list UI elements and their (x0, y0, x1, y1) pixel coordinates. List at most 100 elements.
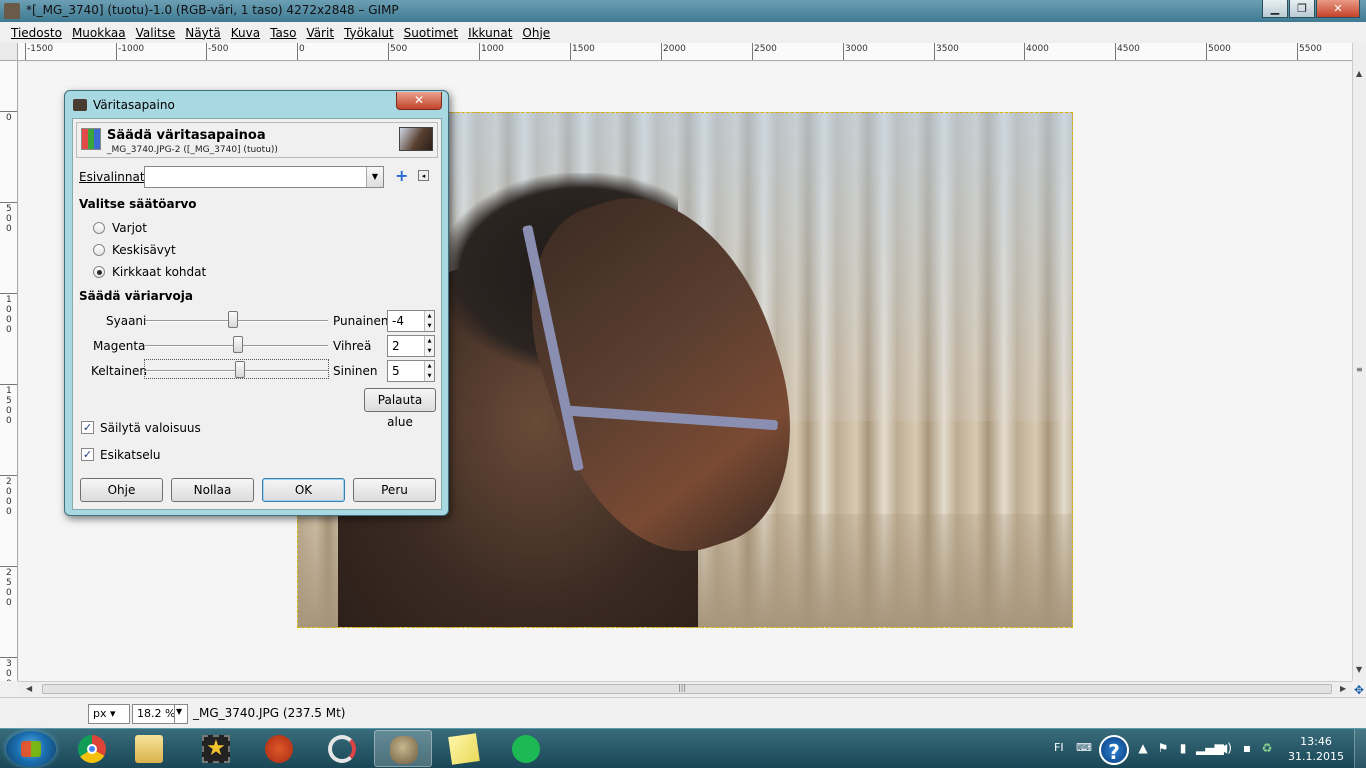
start-button[interactable] (6, 731, 56, 767)
spin-arrows-icon[interactable]: ▲ ▼ (424, 361, 434, 381)
menu-select[interactable]: Valitse (131, 26, 181, 40)
tray-clock[interactable]: 13:46 31.1.2015 (1286, 734, 1346, 764)
add-preset-icon[interactable]: + (395, 168, 408, 184)
slider-blue-label: Sininen (333, 364, 378, 378)
magenta-green-spinbox[interactable]: 2 ▲ ▼ (387, 335, 435, 357)
image-thumbnail (399, 127, 433, 151)
system-tray: FI ⌨ ? ▲ ⚑ ▮ ▂▄▆ ◀) ▪ ♻ 13:46 31.1.2015 (1046, 729, 1366, 768)
unit-select[interactable]: px ▾ (88, 704, 130, 724)
scroll-down-icon[interactable]: ▼ (1356, 665, 1362, 674)
taskbar-app[interactable] (313, 730, 371, 767)
scroll-left-icon[interactable]: ◀ (26, 684, 32, 693)
navigate-icon[interactable]: ✥ (1354, 683, 1364, 697)
taskbar-explorer[interactable] (120, 730, 178, 767)
taskbar-sticky-notes[interactable] (435, 730, 493, 767)
menu-file[interactable]: Tiedosto (6, 26, 67, 40)
radio-shadows-label[interactable]: Varjot (112, 221, 147, 235)
volume-icon[interactable]: ◀) (1218, 741, 1232, 755)
radio-midtones[interactable] (93, 244, 105, 256)
scroll-up-icon[interactable]: ▲ (1356, 69, 1362, 78)
network-signal-icon[interactable]: ▂▄▆ (1196, 741, 1224, 755)
zoom-dropdown-arrow-icon[interactable]: ▼ (174, 704, 188, 724)
help-icon[interactable]: ? (1099, 735, 1129, 765)
close-button[interactable]: ✕ (1316, 0, 1360, 18)
vertical-ruler[interactable]: 0 500 1000 1500 2000 2500 3000 (0, 61, 18, 681)
menu-image[interactable]: Kuva (226, 26, 265, 40)
show-hidden-icons-icon[interactable]: ▲ (1136, 741, 1150, 755)
radio-highlights-label[interactable]: Kirkkaat kohdat (112, 265, 206, 279)
status-filename: _MG_3740.JPG (237.5 Mt) (193, 706, 346, 720)
windows-logo-icon (21, 741, 41, 757)
gimp-app-icon[interactable] (4, 3, 20, 19)
ruler-label: 0 (299, 44, 305, 54)
yellow-blue-slider-thumb[interactable] (235, 361, 245, 378)
taskbar-spotify[interactable] (497, 730, 555, 767)
ruler-label: 2000 (663, 44, 686, 54)
input-language[interactable]: FI (1054, 741, 1064, 754)
cyan-red-value: -4 (392, 314, 404, 328)
keyboard-icon[interactable]: ⌨ (1076, 741, 1092, 754)
taskbar-ccleaner[interactable] (250, 730, 308, 767)
menu-windows[interactable]: Ikkunat (463, 26, 517, 40)
presets-menu-icon[interactable]: ◂ (418, 170, 429, 181)
menubar: Tiedosto Muokkaa Valitse Näytä Kuva Taso… (0, 22, 1366, 43)
menu-layer[interactable]: Taso (265, 26, 301, 40)
ruler-label: 1000 (481, 44, 504, 54)
ruler-tick (0, 202, 17, 203)
scroll-grip-icon[interactable]: ≡ (1356, 365, 1363, 374)
horizontal-scrollbar[interactable]: ◀ ||| ▶ (18, 681, 1352, 695)
dialog-header-title: Säädä väritasapainoa (107, 128, 266, 143)
menu-colors[interactable]: Värit (301, 26, 339, 40)
menu-view[interactable]: Näytä (180, 26, 226, 40)
vertical-scrollbar[interactable]: ▲ ≡ ▼ (1352, 43, 1366, 681)
presets-combo[interactable]: ▼ (144, 166, 384, 188)
preserve-luminosity-label[interactable]: Säilytä valoisuus (100, 421, 201, 435)
presets-label: Esivalinnat: (79, 170, 149, 184)
magenta-green-slider-thumb[interactable] (233, 336, 243, 353)
recycle-icon[interactable]: ♻ (1260, 741, 1274, 755)
ok-button[interactable]: OK (262, 478, 345, 502)
menu-filters[interactable]: Suotimet (399, 26, 463, 40)
device-icon[interactable]: ▮ (1176, 741, 1190, 755)
cyan-red-slider-thumb[interactable] (228, 311, 238, 328)
dialog-close-button[interactable]: ✕ (396, 92, 442, 110)
taskbar-gimp[interactable] (374, 730, 432, 767)
reset-range-button[interactable]: Palauta alue (364, 388, 436, 429)
menu-help[interactable]: Ohje (517, 26, 555, 40)
menu-edit[interactable]: Muokkaa (67, 26, 131, 40)
horizontal-scroll-thumb[interactable] (42, 684, 1332, 694)
preserve-luminosity-checkbox[interactable]: ✓ (81, 421, 94, 434)
radio-midtones-label[interactable]: Keskisävyt (112, 243, 176, 257)
scroll-right-icon[interactable]: ▶ (1340, 684, 1346, 693)
ruler-corner[interactable] (0, 43, 18, 61)
cancel-button[interactable]: Peru (353, 478, 436, 502)
statusbar: px ▾ 18.2 % ▼ _MG_3740.JPG (237.5 Mt) (0, 697, 1366, 728)
taskbar-movie-maker[interactable]: ★ (187, 730, 245, 767)
radio-shadows[interactable] (93, 222, 105, 234)
minimize-button[interactable]: ▁ (1262, 0, 1288, 18)
maximize-button[interactable]: ❐ (1289, 0, 1315, 18)
yellow-blue-spinbox[interactable]: 5 ▲ ▼ (387, 360, 435, 382)
horizontal-ruler[interactable]: -1500 -1000 -500 0 500 1000 1500 2000 25… (18, 43, 1352, 61)
spin-arrows-icon[interactable]: ▲ ▼ (424, 311, 434, 331)
slider-yellow-label: Keltainen (91, 364, 147, 378)
help-button[interactable]: Ohje (80, 478, 163, 502)
action-center-flag-icon[interactable]: ⚑ (1156, 741, 1170, 755)
window-titlebar[interactable]: *[_MG_3740] (tuotu)-1.0 (RGB-väri, 1 tas… (0, 0, 1366, 22)
preview-checkbox[interactable]: ✓ (81, 448, 94, 461)
slider-magenta-label: Magenta (93, 339, 146, 353)
tray-app-icon[interactable]: ▪ (1240, 741, 1254, 755)
spin-arrows-icon[interactable]: ▲ ▼ (424, 336, 434, 356)
preview-label[interactable]: Esikatselu (100, 448, 161, 462)
reset-button[interactable]: Nollaa (171, 478, 254, 502)
radio-highlights[interactable] (93, 266, 105, 278)
taskbar-chrome[interactable] (63, 730, 121, 767)
show-desktop-button[interactable] (1354, 729, 1366, 768)
clock-date: 31.1.2015 (1288, 750, 1344, 763)
slider-cyan-label: Syaani (106, 314, 147, 328)
ruler-label: 1000 (6, 295, 12, 335)
dialog-titlebar[interactable]: Väritasapaino ✕ (65, 91, 448, 117)
menu-tools[interactable]: Työkalut (339, 26, 399, 40)
chevron-down-icon[interactable]: ▼ (366, 167, 383, 187)
cyan-red-spinbox[interactable]: -4 ▲ ▼ (387, 310, 435, 332)
